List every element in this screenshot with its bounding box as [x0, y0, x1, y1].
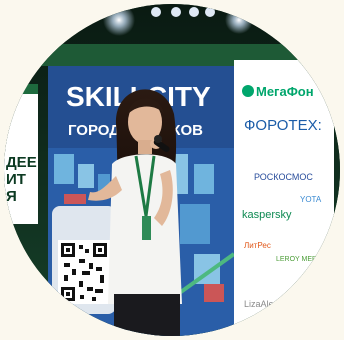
stage-light — [225, 6, 253, 34]
sponsor-leroy-merlin: LEROY MERLIN — [276, 256, 328, 263]
phone-qr — [52, 206, 116, 314]
stage-light — [103, 4, 135, 36]
side-panel-header — [4, 84, 38, 94]
stage-light — [171, 7, 181, 17]
sponsor-forotex: ФОРОТЕХ: — [244, 117, 322, 134]
stage-light — [205, 7, 215, 17]
sponsor-megafon: МегаФон — [256, 84, 314, 99]
sponsor-lizaalert: LizaAlert — [244, 299, 280, 309]
speaker-neck — [138, 140, 152, 154]
side-text-line-2: ИТ — [6, 171, 26, 188]
side-text-line-3: Я — [6, 188, 17, 205]
badge — [142, 216, 151, 240]
photo-scene: ДЕЕ ИТ Я SKILLCITY ГОРОД НАВЫКОВ — [4, 4, 340, 336]
sponsor-board: МегаФон ФОРОТЕХ: РОСКОСМОС YOTA kaspersk… — [234, 60, 334, 336]
left-side-panel: ДЕЕ ИТ Я — [4, 84, 38, 224]
sponsor-kaspersky: kaspersky — [242, 209, 292, 221]
stage-light — [151, 7, 161, 17]
stage-photo: ДЕЕ ИТ Я SKILLCITY ГОРОД НАВЫКОВ — [4, 4, 340, 336]
sponsor-roscosmos: РОСКОСМОС — [254, 172, 313, 182]
side-text-line-1: ДЕЕ — [6, 154, 37, 171]
sponsor-yota: YOTA — [300, 195, 322, 204]
microphone-head — [154, 135, 162, 143]
sponsor-litres: ЛитРес — [244, 241, 271, 250]
speaker-trousers — [114, 294, 180, 336]
stage-light — [189, 7, 199, 17]
megafon-logo-icon — [242, 85, 254, 97]
